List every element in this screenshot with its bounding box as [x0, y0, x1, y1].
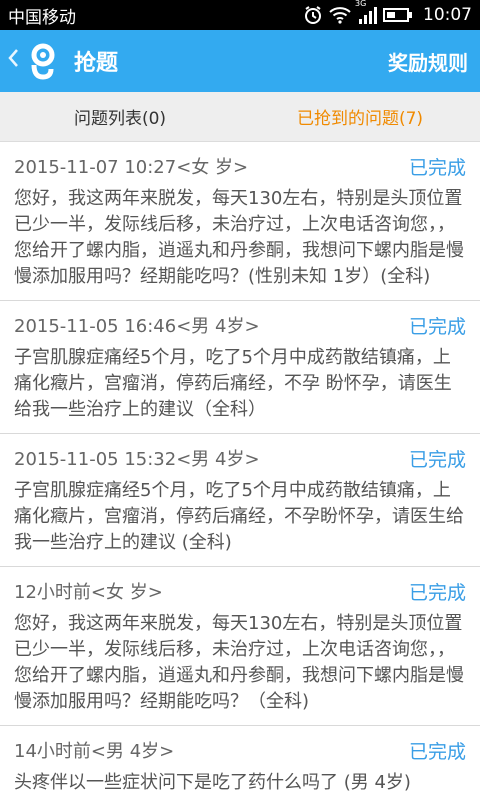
tab-bar: 问题列表(0) 已抢到的问题(7): [0, 92, 480, 142]
question-list: 2015-11-07 10:27<女 岁> 已完成 您好，我这两年来脱发，每天1…: [0, 142, 480, 800]
status-badge: 已完成: [408, 448, 466, 471]
list-item[interactable]: 12小时前<女 岁> 已完成 您好，我这两年来脱发，每天130左右，特别是头顶位…: [0, 567, 480, 726]
status-badge: 已完成: [408, 581, 466, 604]
battery-icon: [383, 7, 413, 23]
item-meta: 12小时前<女 岁>: [14, 582, 163, 603]
list-item[interactable]: 2015-11-05 16:46<男 4岁> 已完成 子宫肌腺症痛经5个月，吃了…: [0, 301, 480, 434]
status-badge: 已完成: [408, 156, 466, 179]
reward-rules-button[interactable]: 奖励规则: [388, 47, 468, 76]
app-logo-icon[interactable]: [26, 41, 60, 81]
item-body: 子宫肌腺症痛经5个月，吃了5个月中成药散结镇痛，上痛化癥片，宫瘤消，停药后痛经，…: [14, 347, 452, 420]
item-meta: 2015-11-07 10:27<女 岁>: [14, 157, 249, 178]
item-body: 您好，我这两年来脱发，每天130左右，特别是头顶位置已少一半，发际线后移，未治疗…: [14, 613, 464, 712]
alarm-icon: [303, 5, 323, 25]
carrier-label: 中国移动: [8, 7, 76, 28]
item-body: 您好，我这两年来脱发，每天130左右，特别是头顶位置已少一半，发际线后移，未治疗…: [14, 188, 464, 287]
list-item[interactable]: 2015-11-07 10:27<女 岁> 已完成 您好，我这两年来脱发，每天1…: [0, 142, 480, 301]
item-body: 头疼伴以一些症状问下是吃了药什么吗了 (男 4岁): [14, 772, 411, 793]
item-meta: 2015-11-05 15:32<男 4岁>: [14, 449, 260, 470]
item-meta: 2015-11-05 16:46<男 4岁>: [14, 316, 260, 337]
list-item[interactable]: 2015-11-05 15:32<男 4岁> 已完成 子宫肌腺症痛经5个月，吃了…: [0, 434, 480, 567]
clock: 10:07: [423, 5, 472, 25]
signal-icon: 3G: [355, 0, 377, 25]
tab-question-list[interactable]: 问题列表(0): [0, 92, 240, 141]
app-bar: 抢题 奖励规则: [0, 30, 480, 92]
list-item[interactable]: 14小时前<男 4岁> 已完成 头疼伴以一些症状问下是吃了药什么吗了 (男 4岁…: [0, 726, 480, 800]
item-body: 子宫肌腺症痛经5个月，吃了5个月中成药散结镇痛，上痛化癥片，宫瘤消，停药后痛经，…: [14, 480, 464, 553]
wifi-icon: [329, 6, 351, 24]
tab-grabbed-questions[interactable]: 已抢到的问题(7): [240, 92, 480, 141]
status-badge: 已完成: [408, 740, 466, 763]
status-bar: 中国移动 3G 10:07: [0, 0, 480, 30]
network-type-label: 3G: [355, 0, 367, 8]
status-badge: 已完成: [408, 315, 466, 338]
item-meta: 14小时前<男 4岁>: [14, 741, 175, 762]
page-title: 抢题: [74, 51, 119, 76]
status-icons: 3G 10:07: [303, 0, 472, 25]
chevron-left-icon[interactable]: [6, 46, 26, 76]
